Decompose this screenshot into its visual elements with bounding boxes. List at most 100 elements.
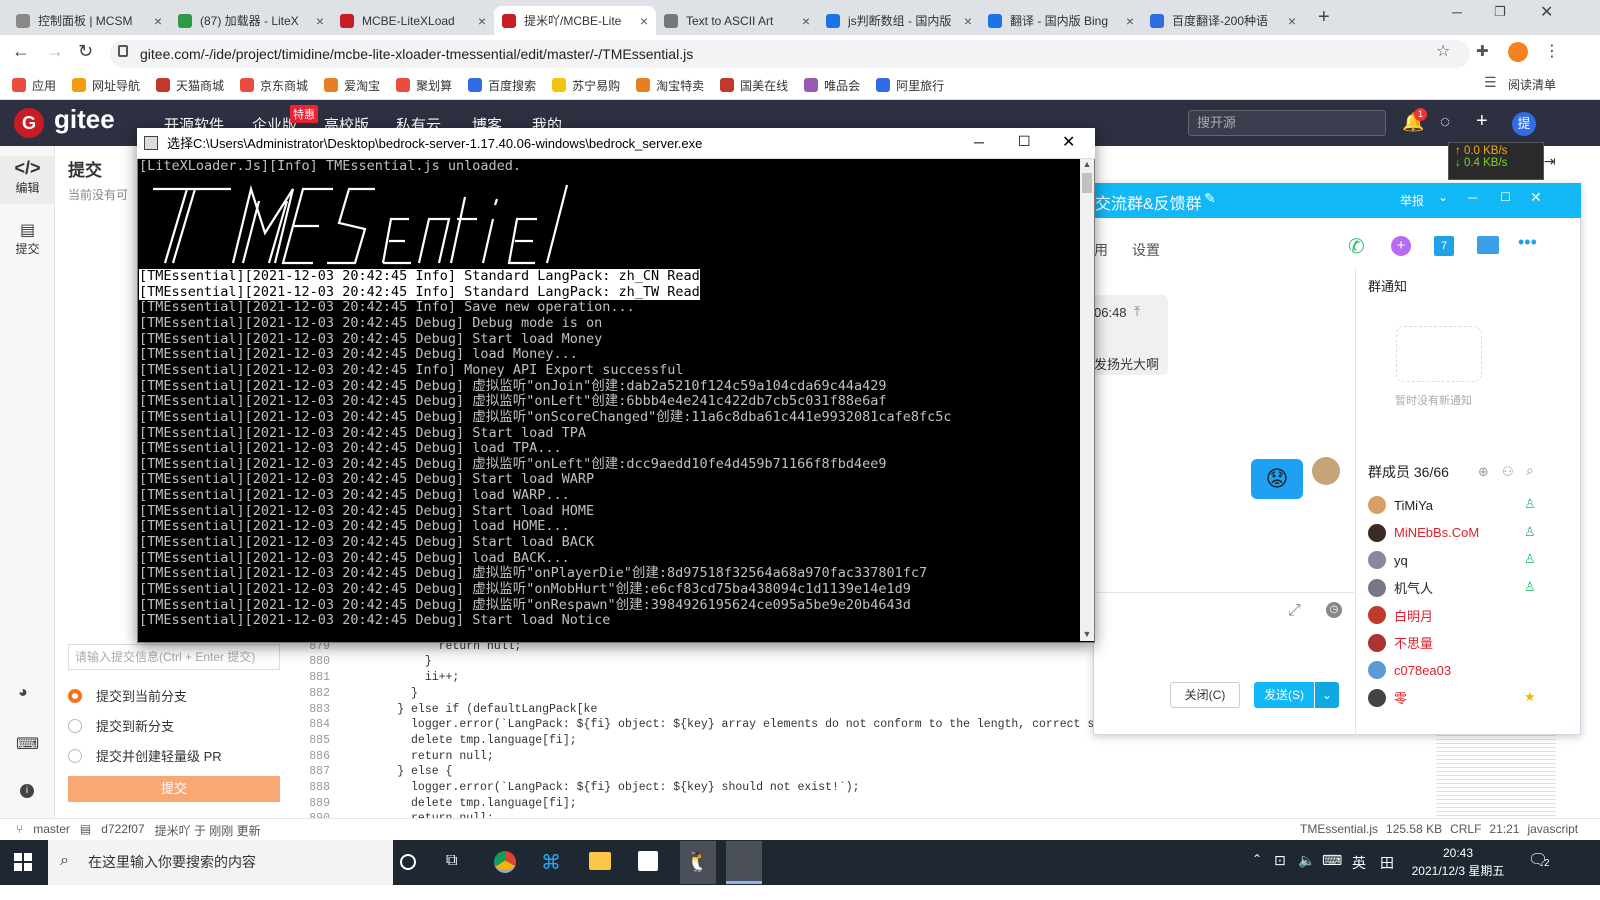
image-icon[interactable] [1477, 236, 1499, 254]
rail-item-edit[interactable]: </> 编辑 [0, 156, 55, 204]
bookmark-item[interactable]: 唯品会 [804, 77, 860, 94]
forward-icon[interactable]: → [46, 41, 64, 62]
code-line[interactable]: 883 } else if (defaultLangPack[ke [296, 703, 597, 719]
code-line[interactable]: 882 } [296, 687, 418, 703]
console-title-bar[interactable]: 选择C:\Users\Administrator\Desktop\bedrock… [137, 128, 1095, 159]
bookmark-item[interactable]: 京东商城 [240, 77, 308, 94]
bookmark-item[interactable]: 爱淘宝 [324, 77, 380, 94]
bookmark-item[interactable]: 国美在线 [720, 77, 788, 94]
tab-close-icon[interactable]: × [640, 13, 648, 29]
ime-indicator[interactable]: 英 [1352, 853, 1366, 873]
store-taskbar-icon[interactable] [638, 851, 658, 871]
code-line[interactable]: 887 } else { [296, 765, 452, 781]
group-member-item[interactable]: MiNEbBs.CoM [1368, 522, 1479, 544]
profile-avatar[interactable] [1508, 42, 1528, 62]
user-avatar[interactable]: 提 [1512, 112, 1536, 136]
plus-icon[interactable]: + [1476, 110, 1488, 133]
browser-menu-icon[interactable]: ⋮ [1544, 41, 1560, 61]
group-member-item[interactable]: yq [1368, 549, 1408, 571]
lock-icon[interactable] [118, 45, 128, 57]
code-line[interactable]: 889 delete tmp.language[fi]; [296, 797, 576, 813]
ime-mode-icon[interactable]: 田 [1380, 853, 1394, 873]
tab-close-icon[interactable]: × [964, 13, 972, 29]
browser-tab[interactable]: (87) 加载器 - LiteX × [170, 6, 332, 35]
qq-tab-settings[interactable]: 设置 [1132, 240, 1160, 260]
keyboard-icon[interactable]: ⌨ [16, 734, 39, 754]
bookmark-star-icon[interactable]: ☆ [1436, 41, 1450, 61]
info-icon[interactable]: i [20, 784, 34, 798]
code-line[interactable]: 880 } [296, 655, 431, 671]
cursor-position[interactable]: 21:21 [1489, 822, 1519, 836]
qq-send-button[interactable]: 发送(S) [1254, 682, 1314, 708]
close-window-button[interactable]: ✕ [1540, 2, 1553, 22]
back-icon[interactable]: ← [12, 41, 30, 62]
qq-maximize-button[interactable]: ☐ [1500, 190, 1511, 204]
browser-tab[interactable]: 提米吖/MCBE-Lite × [494, 6, 656, 35]
clock[interactable]: 20:43 2021/12/3 星期五 [1400, 844, 1516, 880]
add-member-icon[interactable]: + [1391, 236, 1411, 256]
group-member-item[interactable]: 零 [1368, 687, 1407, 709]
pin-icon[interactable]: ⤒ [1134, 303, 1140, 320]
code-line[interactable]: 886 return null; [296, 750, 494, 766]
commit-message-input[interactable]: 请输入提交信息(Ctrl + Enter 提交) [68, 644, 280, 670]
group-member-item[interactable]: 不思量 [1368, 632, 1433, 654]
console-minimize-button[interactable]: ─ [974, 134, 984, 150]
bookmark-item[interactable]: 苏宁易购 [552, 77, 620, 94]
history-clock-icon[interactable]: ◷ [1326, 602, 1342, 618]
console-close-button[interactable]: ✕ [1062, 132, 1075, 152]
taskbar-search-input[interactable]: 在这里输入你要搜索的内容 [48, 840, 393, 885]
commit-submit-button[interactable]: 提交 [68, 776, 280, 802]
qq-minimize-button[interactable]: ─ [1468, 190, 1477, 205]
browser-tab[interactable]: 百度翻译-200种语 × [1142, 6, 1304, 35]
chrome-taskbar-icon[interactable] [494, 851, 516, 873]
group-member-item[interactable]: TiMiYa [1368, 494, 1433, 516]
reload-icon[interactable]: ↻ [78, 41, 93, 62]
rail-item-commit[interactable]: ▤ 提交 [0, 220, 55, 264]
member-add-icon[interactable]: ⊕ [1478, 464, 1489, 480]
new-tab-button[interactable]: + [1318, 6, 1330, 29]
console-scrollbar[interactable]: ▲ ▼ [1080, 159, 1094, 641]
reading-list[interactable]: 阅读清单 [1508, 76, 1556, 93]
qq-tab-apps[interactable]: 用 [1094, 240, 1108, 260]
volume-icon[interactable]: 🔈 [1298, 852, 1315, 869]
logout-icon[interactable]: ⇥ [1544, 153, 1556, 170]
qq-close-chat-button[interactable]: 关闭(C) [1170, 682, 1240, 708]
extensions-icon[interactable]: ✚ [1476, 42, 1489, 60]
commit-option-create-pr[interactable]: 提交并创建轻量级 PR [68, 746, 222, 765]
qq-taskbar-icon[interactable]: 🐧 [680, 841, 716, 884]
browser-tab[interactable]: 控制面板 | MCSM × [8, 6, 170, 35]
file-explorer-taskbar-icon[interactable] [589, 852, 611, 870]
network-icon[interactable]: ⊡ [1274, 852, 1286, 869]
tab-close-icon[interactable]: × [1288, 13, 1296, 29]
language-mode[interactable]: javascript [1527, 822, 1578, 836]
address-bar[interactable]: gitee.com/-/ide/project/timidine/mcbe-li… [110, 40, 1470, 68]
bookmark-item[interactable]: 网址导航 [72, 77, 140, 94]
branch-status[interactable]: ⑂ master ▤ d722f07 提米吖 于 刚刚 更新 [16, 822, 261, 839]
browser-tab[interactable]: js判断数组 - 国内版 × [818, 6, 980, 35]
gitee-search-input[interactable]: 搜开源 [1188, 110, 1386, 136]
send-options-chevron-icon[interactable]: ⌄ [1315, 682, 1339, 708]
commit-option-current-branch[interactable]: 提交到当前分支 [68, 686, 187, 705]
edit-pencil-icon[interactable]: ✎ [1204, 190, 1216, 207]
group-member-item[interactable]: c078ea03 [1368, 659, 1451, 681]
console-output[interactable]: [LiteXLoader.Js][Info] TMEssential.js un… [139, 159, 1079, 641]
scroll-down-arrow-icon[interactable]: ▼ [1080, 629, 1094, 639]
browser-tab[interactable]: 翻译 - 国内版 Bing × [980, 6, 1142, 35]
search-icon[interactable]: ⌕ [1526, 462, 1534, 479]
more-icon[interactable]: ••• [1518, 232, 1537, 253]
commit-option-new-branch[interactable]: 提交到新分支 [68, 716, 174, 735]
tab-close-icon[interactable]: × [154, 13, 162, 29]
tab-close-icon[interactable]: × [1126, 13, 1134, 29]
tab-close-icon[interactable]: × [802, 13, 810, 29]
code-line[interactable]: 881 ii++; [296, 671, 459, 687]
browser-tab[interactable]: Text to ASCII Art × [656, 6, 818, 35]
lightbulb-icon[interactable]: ◌ [1440, 112, 1450, 132]
windows-start-icon[interactable] [14, 853, 32, 871]
tab-close-icon[interactable]: × [316, 13, 324, 29]
cortana-icon[interactable] [400, 854, 416, 870]
code-line[interactable]: 885 delete tmp.language[fi]; [296, 734, 576, 750]
member-manage-icon[interactable]: ⚇ [1502, 464, 1514, 480]
bookmark-item[interactable]: 天猫商城 [156, 77, 224, 94]
browser-tab[interactable]: MCBE-LiteXLoad × [332, 6, 494, 35]
bookmark-item[interactable]: 阿里旅行 [876, 77, 944, 94]
